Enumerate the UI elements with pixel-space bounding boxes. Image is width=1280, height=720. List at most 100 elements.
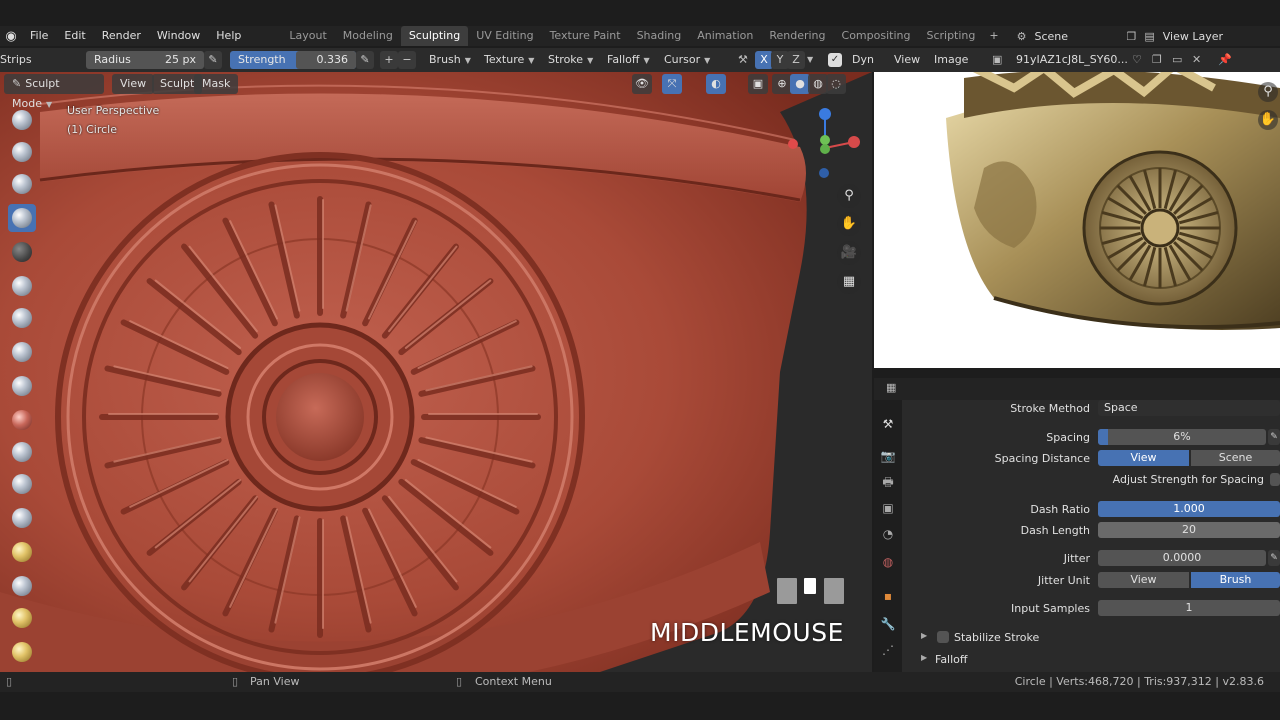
tab-animation[interactable]: Animation (689, 26, 761, 46)
jitter-unit-view[interactable]: View (1098, 572, 1189, 588)
spacing-distance-view[interactable]: View (1098, 450, 1189, 466)
viewport-view-menu[interactable]: View (112, 74, 155, 94)
falloff-menu[interactable]: Falloff ▼ (607, 51, 650, 70)
pan-hand-icon[interactable]: ✋ (837, 212, 861, 236)
stroke-method-dropdown[interactable]: Space (1098, 400, 1280, 416)
viewport-mask-menu[interactable]: Mask (194, 74, 239, 94)
jitter-unit-brush[interactable]: Brush (1191, 572, 1280, 588)
texture-menu[interactable]: Texture ▼ (484, 51, 534, 70)
stabilize-checkbox[interactable] (937, 631, 949, 643)
scene-name[interactable]: Scene (1034, 30, 1126, 43)
spacing-pressure-icon[interactable]: ✎ (1268, 429, 1280, 445)
menu-file[interactable]: File (22, 26, 56, 46)
render-tab-icon[interactable]: 📷 (880, 448, 896, 464)
menu-help[interactable]: Help (208, 26, 249, 46)
adjust-strength-checkbox[interactable] (1270, 473, 1280, 486)
symmetry-z-toggle[interactable]: Z (787, 51, 805, 69)
modifier-tab-icon[interactable]: 🔧 (880, 616, 896, 632)
scene-tab-icon[interactable]: ◔ (880, 526, 896, 542)
tab-compositing[interactable]: Compositing (834, 26, 919, 46)
material-shading-icon[interactable]: ◍ (808, 74, 828, 94)
new-scene-icon[interactable]: ❐ (1126, 30, 1136, 43)
tool-blob[interactable] (8, 338, 36, 366)
stroke-menu[interactable]: Stroke ▼ (548, 51, 593, 70)
tool-clay[interactable] (8, 170, 36, 198)
tab-texture-paint[interactable]: Texture Paint (542, 26, 629, 46)
tool-thumb[interactable] (8, 638, 36, 666)
zoom-icon[interactable]: ⚲ (837, 184, 861, 208)
fake-user-icon[interactable]: ♡ (1132, 51, 1142, 69)
tab-sculpting[interactable]: Sculpting (400, 26, 469, 46)
brush-menu[interactable]: Brush ▼ (429, 51, 471, 70)
solid-shading-icon[interactable]: ● (790, 74, 810, 94)
tool-clay-strips[interactable] (8, 204, 36, 232)
spacing-distance-scene[interactable]: Scene (1191, 450, 1280, 466)
mode-selector[interactable]: ✎ Sculpt Mode ▼ (4, 74, 104, 110)
stabilize-stroke-label[interactable]: Stabilize Stroke (954, 631, 1039, 644)
editor-type-icon[interactable]: ▦ (886, 381, 896, 394)
camera-icon[interactable]: 🎥 (837, 241, 861, 265)
direction-subtract-icon[interactable]: − (398, 51, 416, 69)
menu-window[interactable]: Window (149, 26, 208, 46)
tool-scrape[interactable] (8, 504, 36, 532)
pin-icon[interactable]: 📌 (1218, 51, 1232, 69)
tool-crease[interactable] (8, 372, 36, 400)
duplicate-image-icon[interactable]: ❐ (1152, 51, 1162, 69)
symmetry-dropdown-icon[interactable]: ▼ (807, 51, 813, 69)
tool-inflate[interactable] (8, 304, 36, 332)
image-zoom-icon[interactable]: ⚲ (1258, 82, 1278, 102)
xray-icon[interactable]: ▣ (748, 74, 768, 94)
direction-add-icon[interactable]: + (380, 51, 398, 69)
image-editor[interactable] (874, 48, 1280, 368)
image-menu[interactable]: Image (934, 51, 968, 69)
world-tab-icon[interactable]: ◍ (880, 554, 896, 570)
particles-tab-icon[interactable]: ⋰ (880, 642, 896, 658)
tool-draw-sharp[interactable] (8, 138, 36, 166)
tool-smooth[interactable] (8, 406, 36, 434)
tool-pinch[interactable] (8, 538, 36, 566)
tool-fill[interactable] (8, 470, 36, 498)
view-layer-tab-icon[interactable]: ▣ (880, 500, 896, 516)
overlays-icon[interactable]: ◐ (706, 74, 726, 94)
tool-snake-hook[interactable] (8, 604, 36, 632)
strength-value-field[interactable]: 0.336 (296, 51, 356, 69)
wireframe-shading-icon[interactable]: ⊕ (772, 74, 792, 94)
menu-render[interactable]: Render (94, 26, 149, 46)
falloff-panel-label[interactable]: Falloff (935, 653, 967, 666)
cursor-menu[interactable]: Cursor ▼ (664, 51, 710, 70)
scene-selector[interactable]: ⚙ Scene ❐ ▤ View Layer (1017, 26, 1223, 46)
tool-draw[interactable] (8, 106, 36, 134)
image-name-field[interactable]: 91yIAZ1cJ8L_SY60... (1016, 51, 1128, 69)
tab-uv-editing[interactable]: UV Editing (468, 26, 541, 46)
add-workspace-icon[interactable]: + (983, 26, 1004, 46)
image-view-menu[interactable]: View (894, 51, 920, 69)
rendered-shading-icon[interactable]: ◌ (826, 74, 846, 94)
object-tab-icon[interactable]: ▪ (880, 588, 896, 604)
grid-projection-icon[interactable]: ▦ (837, 270, 861, 294)
tab-modeling[interactable]: Modeling (335, 26, 401, 46)
jitter-pressure-icon[interactable]: ✎ (1268, 550, 1280, 566)
unlink-image-icon[interactable]: ✕ (1192, 51, 1201, 69)
gizmo-toggle-icon[interactable]: ⤧ (662, 74, 682, 94)
tab-rendering[interactable]: Rendering (761, 26, 833, 46)
visibility-icon[interactable]: 👁 (632, 74, 652, 94)
output-tab-icon[interactable]: 🖶 (880, 474, 896, 490)
tab-shading[interactable]: Shading (629, 26, 690, 46)
radius-field[interactable]: Radius 25 px (86, 51, 204, 69)
orientation-gizmo[interactable] (780, 102, 870, 182)
open-image-icon[interactable]: ▭ (1172, 51, 1182, 69)
image-browse-icon[interactable]: ▣ (992, 51, 1002, 69)
dash-ratio-slider[interactable]: 1.000 (1098, 501, 1280, 517)
image-pan-icon[interactable]: ✋ (1258, 110, 1278, 130)
blender-logo-icon[interactable]: ◉ (0, 26, 22, 46)
strength-pressure-icon[interactable]: ✎ (356, 51, 374, 69)
stabilize-expand-icon[interactable]: ▶ (921, 631, 927, 640)
3d-viewport[interactable]: ✎ Sculpt Mode ▼ View Sculpt Mask 👁 ⤧ ◐ ▣ ⊕… (0, 72, 872, 672)
tool-layer[interactable] (8, 272, 36, 300)
jitter-slider[interactable]: 0.0000 (1098, 550, 1266, 566)
falloff-expand-icon[interactable]: ▶ (921, 653, 927, 662)
tool-clay-thumb[interactable] (8, 238, 36, 266)
tool-flatten[interactable] (8, 438, 36, 466)
view-layer-name[interactable]: View Layer (1163, 30, 1223, 43)
tool-tab-icon[interactable]: ⚒ (880, 416, 896, 432)
